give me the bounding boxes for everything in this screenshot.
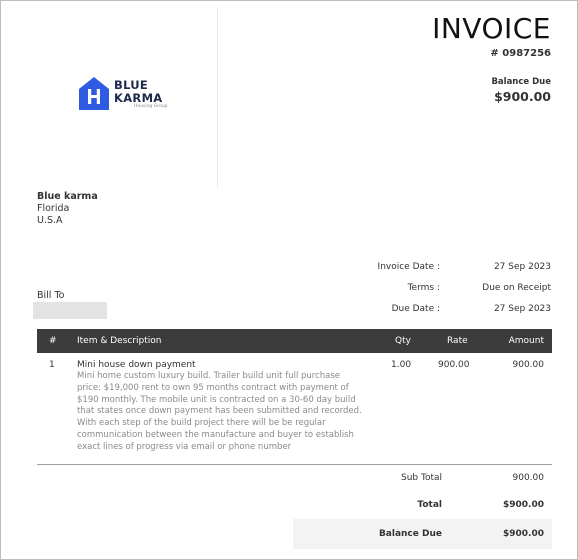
logo-line-1: BLUE: [114, 77, 149, 92]
items-table-header: # Item & Description Qty Rate Amount: [37, 329, 552, 353]
col-header-qty: Qty: [395, 336, 411, 346]
row-rate: 900.00: [438, 360, 470, 370]
col-header-rate: Rate: [447, 336, 468, 346]
item-title: Mini house down payment: [77, 360, 196, 370]
table-divider: [37, 464, 552, 465]
total-row: Total $900.00: [293, 493, 552, 517]
row-number: 1: [49, 360, 55, 370]
row-qty: 1.00: [391, 360, 412, 370]
meta-value: Due on Receipt: [482, 282, 551, 293]
bill-to-label: Bill To: [37, 290, 65, 301]
meta-label: Terms :: [407, 282, 440, 293]
total-label: Total: [417, 500, 442, 510]
balance-due-row-label: Balance Due: [378, 529, 442, 539]
subtotal-value: 900.00: [512, 473, 545, 483]
invoice-meta: Invoice Date : 27 Sep 2023 Terms : Due o…: [360, 256, 551, 319]
logo-subtitle: Housing Group: [134, 103, 168, 109]
total-value: $900.00: [503, 500, 544, 510]
subtotal-label: Sub Total: [400, 473, 442, 483]
company-logo: BLUE KARMA Housing Group: [79, 77, 167, 110]
bill-to-redacted: [33, 302, 107, 319]
row-item: Mini house down payment Mini home custom…: [77, 360, 362, 454]
meta-label: Invoice Date :: [377, 261, 440, 272]
house-logo-icon: [79, 77, 109, 110]
logo-divider: [217, 8, 218, 188]
col-header-item: Item & Description: [77, 336, 162, 346]
subtotal-row: Sub Total 900.00: [293, 466, 552, 490]
meta-label: Due Date :: [391, 303, 440, 314]
row-amount: 900.00: [512, 360, 545, 370]
meta-row: Terms : Due on Receipt: [360, 277, 551, 298]
invoice-number: # 0987256: [490, 48, 551, 59]
col-header-amount: Amount: [508, 336, 544, 346]
meta-value: 27 Sep 2023: [493, 303, 551, 314]
meta-row: Due Date : 27 Sep 2023: [360, 298, 551, 319]
meta-value: 27 Sep 2023: [493, 261, 551, 272]
from-address-line: Florida: [37, 203, 70, 214]
balance-due-row-value: $900.00: [503, 529, 544, 539]
balance-due-row: Balance Due $900.00: [293, 519, 552, 549]
invoice-title: INVOICE: [432, 12, 551, 45]
from-address: Blue karma Florida U.S.A: [37, 191, 98, 227]
from-company-name: Blue karma: [37, 191, 98, 202]
item-description: Mini home custom luxury build. Trailer b…: [77, 371, 362, 452]
col-header-number: #: [49, 336, 57, 346]
balance-due-label: Balance Due: [491, 77, 551, 87]
from-address-line: U.S.A: [37, 215, 63, 226]
meta-row: Invoice Date : 27 Sep 2023: [360, 256, 551, 277]
balance-due-amount: $900.00: [494, 89, 551, 104]
